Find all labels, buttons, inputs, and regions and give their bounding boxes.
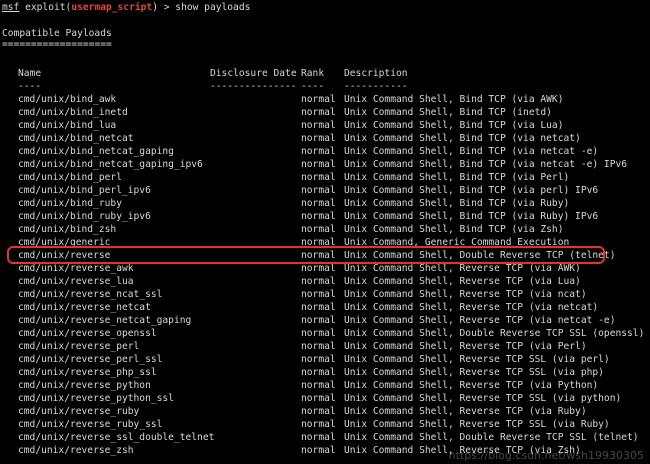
payload-description: Unix Command Shell, Reverse TCP (via net… [344, 302, 599, 313]
payload-rank: normal [301, 341, 336, 352]
payload-name: cmd/unix/reverse_php_ssl [18, 367, 157, 378]
payload-name: cmd/unix/reverse_ruby_ssl [18, 419, 163, 430]
payload-description: Unix Command Shell, Bind TCP (via Lua) [344, 120, 564, 131]
payload-rank: normal [301, 380, 336, 391]
payload-description: Unix Command Shell, Reverse TCP (via Lua… [344, 276, 581, 287]
payload-name: cmd/unix/reverse_perl_ssl [18, 354, 163, 365]
payload-description: Unix Command Shell, Bind TCP (via Ruby) [344, 198, 570, 209]
payload-description: Unix Command Shell, Bind TCP (via perl) … [344, 185, 599, 196]
payload-rank: normal [301, 354, 336, 365]
payload-name: cmd/unix/bind_netcat [18, 133, 134, 144]
payload-name: cmd/unix/reverse_zsh [18, 445, 134, 456]
rule-name: ---- [18, 81, 42, 92]
payload-rank: normal [301, 107, 336, 118]
prompt-module-name: usermap_script [71, 2, 153, 13]
payload-description: Unix Command Shell, Bind TCP (via netcat… [344, 159, 628, 170]
prompt-msf: msf [2, 2, 20, 13]
table-header-row: Name Disclosure Date Rank Description [0, 67, 408, 80]
payload-name: cmd/unix/bind_netcat_gaping_ipv6 [18, 159, 203, 170]
payload-description: Unix Command Shell, Bind TCP (inetd) [344, 107, 552, 118]
payload-description: Unix Command Shell, Bind TCP (via Perl) [344, 172, 570, 183]
payload-name: cmd/unix/reverse_netcat_gaping [18, 315, 192, 326]
payload-name: cmd/unix/bind_ruby [18, 198, 122, 209]
payload-description: Unix Command Shell, Bind TCP (via AWK) [344, 94, 564, 105]
payload-name: cmd/unix/reverse_python_ssl [18, 393, 174, 404]
payload-description: Unix Command Shell, Bind TCP (via Zsh) [344, 224, 564, 235]
payload-rank: normal [301, 432, 336, 443]
command-prompt-line: msf exploit(usermap_script) > show paylo… [2, 1, 250, 14]
payload-name: cmd/unix/bind_netcat_gaping [18, 146, 174, 157]
payload-description: Unix Command Shell, Reverse TCP (via net… [344, 315, 616, 326]
payload-name: cmd/unix/reverse_lua [18, 276, 134, 287]
payload-description: Unix Command Shell, Reverse TCP SSL (via… [344, 393, 622, 404]
payload-name: cmd/unix/bind_zsh [18, 224, 117, 235]
payload-name: cmd/unix/bind_inetd [18, 107, 128, 118]
prompt-prefix: exploit( [19, 2, 72, 13]
payload-rank: normal [301, 328, 336, 339]
header-description: Description [344, 68, 408, 79]
payload-description: Unix Command Shell, Reverse TCP (via Per… [344, 341, 587, 352]
payload-name: cmd/unix/reverse_ncat_ssl [18, 289, 163, 300]
payload-rank: normal [301, 419, 336, 430]
rule-disclosure-date: --------------- [210, 81, 297, 92]
payload-rank: normal [301, 120, 336, 131]
terminal-window[interactable]: msf exploit(usermap_script) > show paylo… [0, 0, 650, 464]
payload-name: cmd/unix/bind_ruby_ipv6 [18, 211, 151, 222]
payload-rank: normal [301, 172, 336, 183]
payload-description: Unix Command Shell, Double Reverse TCP S… [344, 328, 645, 339]
payload-name: cmd/unix/reverse_ssl_double_telnet [18, 432, 215, 443]
prompt-command: ) > show payloads [152, 2, 251, 13]
payload-rank: normal [301, 445, 336, 456]
payload-rank: normal [301, 315, 336, 326]
payload-description: Unix Command Shell, Reverse TCP (via Pyt… [344, 380, 599, 391]
payload-name: cmd/unix/reverse_ruby [18, 406, 140, 417]
payload-name: cmd/unix/reverse_python [18, 380, 151, 391]
payload-description: Unix Command Shell, Bind TCP (via netcat… [344, 133, 581, 144]
payload-description: Unix Command Shell, Bind TCP (via Ruby) … [344, 211, 599, 222]
payload-rank: normal [301, 133, 336, 144]
payload-rank: normal [301, 185, 336, 196]
payload-rank: normal [301, 159, 336, 170]
rule-rank: ---- [301, 81, 325, 92]
header-name: Name [18, 68, 42, 79]
payload-name: cmd/unix/reverse_openssl [18, 328, 157, 339]
header-disclosure-date: Disclosure Date [210, 68, 297, 79]
payload-name: cmd/unix/reverse_perl [18, 341, 140, 352]
payload-rank: normal [301, 94, 336, 105]
payload-name: cmd/unix/bind_awk [18, 94, 117, 105]
rule-description: ----------- [344, 81, 408, 92]
payload-rank: normal [301, 289, 336, 300]
payload-name: cmd/unix/reverse_netcat [18, 302, 151, 313]
table-header-rule-row: ---- --------------- ---- ----------- [0, 80, 408, 93]
payload-rank: normal [301, 211, 336, 222]
payload-rank: normal [301, 367, 336, 378]
payload-description: Unix Command Shell, Reverse TCP SSL (via… [344, 354, 610, 365]
section-title-underline: =================== [2, 39, 112, 50]
payload-rank: normal [301, 224, 336, 235]
payload-name: cmd/unix/bind_perl [18, 172, 122, 183]
payload-name: cmd/unix/bind_perl_ipv6 [18, 185, 151, 196]
payload-rank: normal [301, 276, 336, 287]
header-rank: Rank [301, 68, 325, 79]
watermark: https://blog.csdn.net/wsh19930305 [448, 449, 644, 462]
payload-rank: normal [301, 198, 336, 209]
payload-rank: normal [301, 302, 336, 313]
payload-description: Unix Command Shell, Reverse TCP (via Rub… [344, 406, 587, 417]
payload-name: cmd/unix/bind_lua [18, 120, 117, 131]
payload-rank: normal [301, 146, 336, 157]
payload-description: Unix Command Shell, Reverse TCP (via nca… [344, 289, 587, 300]
highlight-box [7, 246, 605, 264]
payload-description: Unix Command Shell, Reverse TCP SSL (via… [344, 367, 604, 378]
payload-rank: normal [301, 393, 336, 404]
payload-description: Unix Command Shell, Reverse TCP SSL (via… [344, 419, 610, 430]
payload-description: Unix Command Shell, Double Reverse TCP S… [344, 432, 639, 443]
payload-rank: normal [301, 406, 336, 417]
payload-description: Unix Command Shell, Bind TCP (via netcat… [344, 146, 599, 157]
